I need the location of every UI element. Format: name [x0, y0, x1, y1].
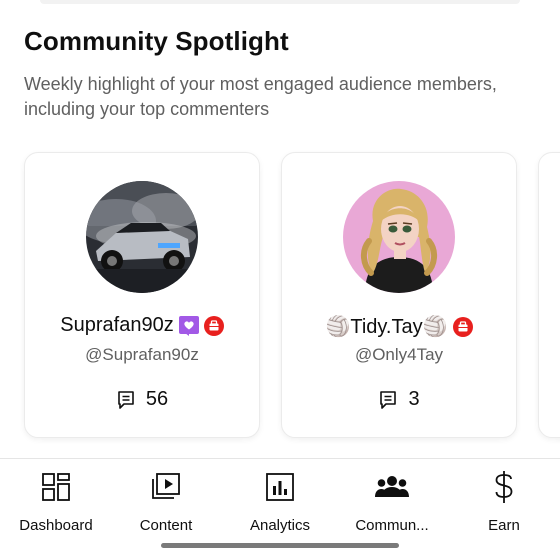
avatar[interactable]	[343, 181, 455, 293]
analytics-icon	[266, 473, 294, 501]
member-card[interactable]: 🏐Tidy.Tay🏐 @Only4Tay 3	[281, 152, 517, 438]
comment-count: 56	[145, 388, 169, 410]
comment-count-row: 56	[25, 388, 259, 411]
member-badge-icon	[203, 315, 224, 336]
member-handle: @Suprafan90z	[85, 345, 199, 364]
nav-item-earn[interactable]: Earn	[448, 469, 560, 534]
nav-item-analytics[interactable]: Analytics	[224, 469, 336, 534]
comment-icon	[118, 390, 134, 409]
nav-label: Dashboard	[19, 517, 93, 534]
content-icon	[152, 473, 180, 499]
member-carousel[interactable]: Suprafan90z @Suprafan90z 56 🏐Tidy.Tay🏐 @…	[24, 152, 560, 438]
nav-item-dashboard[interactable]: Dashboard	[0, 469, 112, 534]
nav-label: Commun...	[355, 517, 429, 534]
heart-badge-icon	[178, 315, 199, 336]
community-icon	[375, 476, 409, 497]
page-subtitle: Weekly highlight of your most engaged au…	[24, 74, 497, 119]
avatar[interactable]	[86, 181, 198, 293]
comment-count: 3	[408, 388, 420, 410]
member-display-name[interactable]: 🏐Tidy.Tay🏐	[325, 314, 447, 339]
nav-label: Earn	[488, 517, 520, 534]
member-handle: @Only4Tay	[354, 345, 444, 364]
comment-count-row: 3	[282, 388, 516, 411]
home-indicator[interactable]	[161, 543, 399, 548]
member-card-next[interactable]	[538, 152, 560, 438]
cartoon-girl-avatar-image	[343, 181, 455, 293]
dashboard-icon	[42, 473, 70, 501]
community-spotlight-screen: Community Spotlight Weekly highlight of …	[0, 0, 560, 560]
nav-item-community[interactable]: Commun...	[336, 469, 448, 534]
member-name-row: Suprafan90z	[25, 314, 259, 337]
member-card[interactable]: Suprafan90z @Suprafan90z 56	[24, 152, 260, 438]
car-avatar-image	[86, 181, 198, 293]
nav-label: Content	[139, 517, 193, 534]
previous-card-edge	[40, 0, 520, 4]
comment-icon	[380, 390, 397, 409]
member-display-name[interactable]: Suprafan90z	[60, 314, 173, 337]
member-name-row: 🏐Tidy.Tay🏐	[282, 314, 516, 339]
nav-item-content[interactable]: Content	[110, 469, 222, 534]
nav-label: Analytics	[249, 517, 311, 534]
earn-icon	[495, 471, 513, 503]
page-title: Community Spotlight	[24, 26, 289, 56]
member-badge-icon	[452, 316, 473, 337]
